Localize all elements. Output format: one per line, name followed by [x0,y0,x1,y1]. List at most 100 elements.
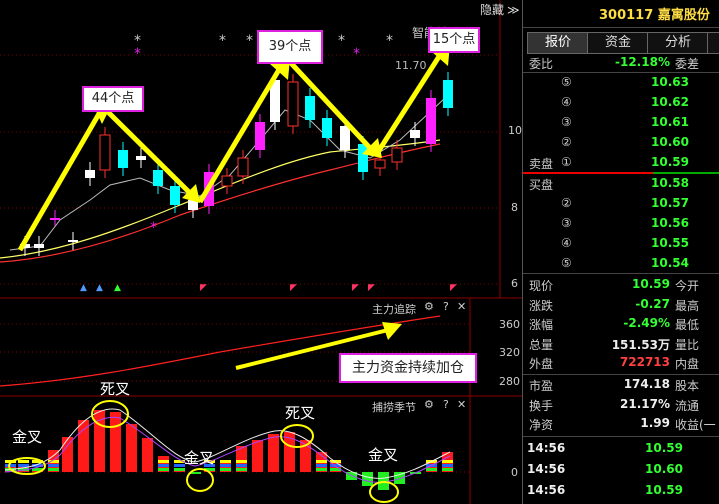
quote-value: 151.53万 [611,337,670,352]
quote-value: -0.27 [635,296,670,311]
sell-label: 卖盘 [529,157,554,171]
histogram-band [442,460,453,463]
histogram-bar [252,440,263,472]
sell-level: ① [561,155,572,169]
tab-quote[interactable]: 报价 [527,32,589,54]
tab-funds[interactable]: 资金 [587,32,649,54]
sell-level: ② [561,135,572,149]
tick-time: 14:56 [527,483,566,497]
sell-price[interactable]: 10.61 [651,115,689,129]
star-marker: * [338,33,345,49]
buy-label: 买盘 [529,178,554,192]
stock-title: 300117 嘉寓股份 [599,8,710,23]
candle-body [358,144,368,172]
gear-icon[interactable]: ⚙ [424,398,434,411]
death-cross-label: 死叉 [100,380,131,398]
panel-title: 主力追踪 [372,303,416,316]
candle-body [153,170,163,186]
sell-price[interactable]: 10.62 [651,95,689,109]
histogram-band [48,468,59,471]
y-tick: 0 [511,466,518,479]
golden-cross-label: 金叉 [12,428,43,446]
y-tick: 10 [508,124,522,137]
histogram-band [236,464,247,467]
star-marker: * [386,33,393,49]
chart-area[interactable]: ▲ ▲ ▲ ◤ ◤ ◤ ◤ ◤ 隐藏≫ 智能辅助 11.70 * * * [0,0,522,504]
annotation-box: 15个点 [428,27,480,53]
sell-price[interactable]: 10.59 [651,155,689,169]
histogram-band [18,460,29,463]
buy-price[interactable]: 10.55 [651,236,689,250]
buy-price[interactable]: 10.56 [651,216,689,230]
y-tick: 8 [511,201,518,214]
sell-price[interactable]: 10.63 [651,75,689,89]
annotation-box: 39个点 [257,30,323,64]
tick-price: 10.59 [645,483,683,497]
annotation-box: 主力资金持续加仓 [339,353,477,383]
hide-button[interactable]: 隐藏 ≫ [480,1,520,18]
buy-price[interactable]: 10.57 [651,196,689,210]
kline-svg: ▲ ▲ ▲ ◤ ◤ ◤ ◤ ◤ [0,0,522,504]
quote-value: -2.49% [623,316,670,330]
tab-more[interactable] [707,32,719,54]
quote-value: 174.18 [623,377,670,391]
quote-right-label: 量比 [675,337,700,352]
close-icon[interactable]: ✕ [457,300,466,313]
histogram-band [442,468,453,471]
histogram-bar [268,434,279,472]
histogram-bar [362,472,373,486]
quote-right-label: 最低 [675,318,700,332]
buy-price[interactable]: 10.54 [651,256,689,270]
histogram-band [426,468,437,471]
candle-body [34,244,44,248]
y-tick: 360 [499,318,520,331]
sell-level: ③ [561,115,572,129]
candle-body [85,170,95,178]
svg-text:▲: ▲ [96,283,103,293]
buy-price[interactable]: 10.58 [651,176,689,190]
tick-time: 14:56 [527,462,566,476]
histogram-band [18,464,29,467]
candle-body [426,98,436,144]
histogram-band [174,468,185,471]
histogram-band [316,468,327,471]
quote-value: 1.99 [640,416,670,430]
ma-red-line [0,143,441,263]
buy-level: ② [561,196,572,210]
quote-value: 21.17% [620,396,670,411]
candle-body [50,218,60,220]
star-marker: * [219,33,226,49]
close-icon[interactable]: ✕ [457,398,466,411]
panel-title: 捕捞季节 [372,401,416,414]
histogram-band [158,460,169,463]
candle-body [287,81,299,127]
tick-price: 10.59 [645,441,683,455]
histogram-band [158,464,169,467]
star-marker: * [246,33,253,49]
quote-right-label: 股本 [675,379,700,393]
quote-label: 市盈 [529,379,554,393]
histogram-band [158,468,169,471]
quote-label: 总量 [529,337,554,352]
candle-body [221,175,233,187]
svg-text:◤: ◤ [290,283,297,293]
histogram-band [48,464,59,467]
histogram-band [316,460,327,463]
annotation-box: 44个点 [82,86,144,112]
help-icon[interactable]: ? [443,398,449,411]
sell-price[interactable]: 10.60 [651,135,689,149]
candle-body [255,122,265,150]
quote-right-label: 最高 [675,298,700,313]
ma-yellow-line [0,139,441,259]
buy-level: ③ [561,216,572,230]
candle-body [170,186,180,205]
star-marker: * [134,46,141,62]
gear-icon[interactable]: ⚙ [424,300,434,313]
tab-analysis[interactable]: 分析 [647,32,709,54]
candle-body [374,159,386,169]
golden-cross-label: 金叉 [368,446,399,464]
weibi-value: -12.18% [615,55,670,69]
quote-right-label: 收益(一 [675,418,716,432]
help-icon[interactable]: ? [443,300,449,313]
histogram-bar [78,420,89,472]
